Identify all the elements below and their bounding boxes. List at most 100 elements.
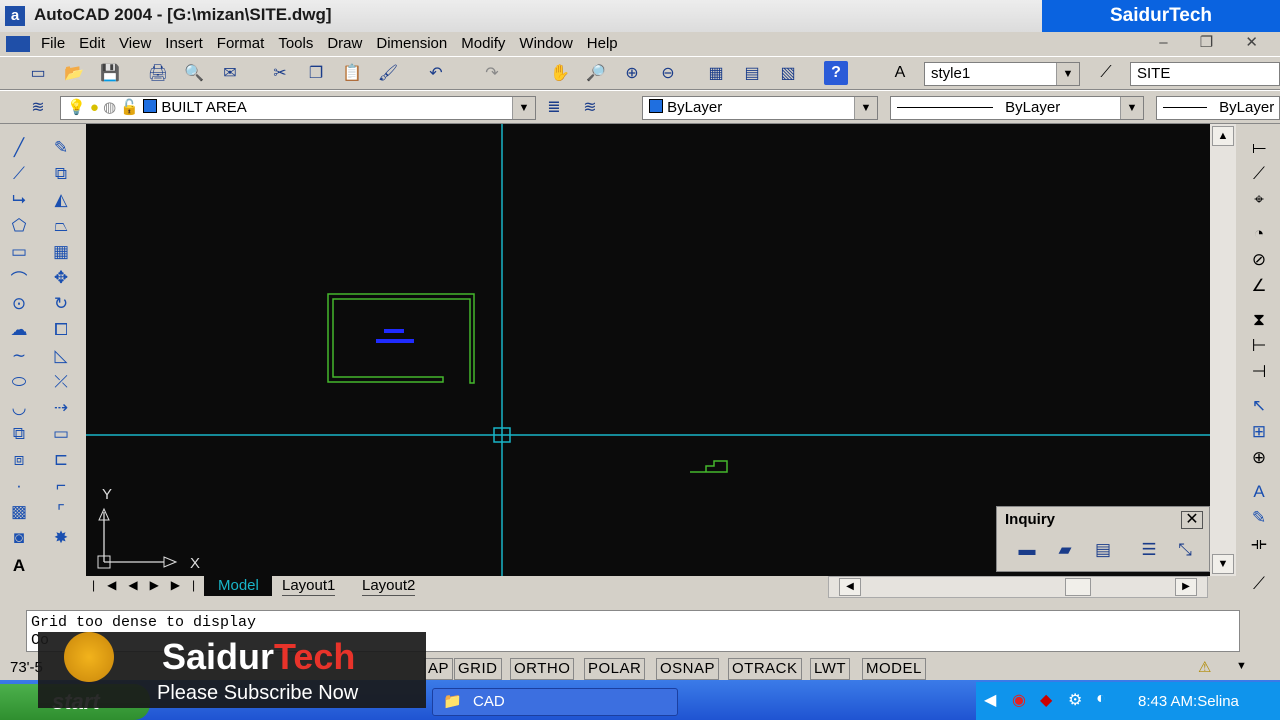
zoom-previous-icon[interactable]: ⊖ [656,61,680,85]
move-icon[interactable]: ✥ [48,266,74,290]
locate-point-icon[interactable]: ⤡ [1171,537,1199,563]
pan-realtime-icon[interactable]: ✋ [548,61,572,85]
plot-icon[interactable]: 🖨 [146,61,170,85]
copy-icon[interactable]: ❐ [304,61,328,85]
explode-icon[interactable]: ✸ [48,526,74,550]
erase-icon[interactable]: ✎ [48,136,74,160]
linear-dimension-icon[interactable]: ⟝ [1246,136,1272,160]
design-center-icon[interactable]: ▤ [740,61,764,85]
menu-edit[interactable]: Edit [72,33,112,55]
menu-file[interactable]: File [34,33,72,55]
otrack-button[interactable]: OTRACK [728,658,802,680]
dim-style-icon[interactable]: ⟋ [1094,61,1118,85]
quick-leader-icon[interactable]: ↖ [1246,394,1272,418]
continue-dimension-icon[interactable]: ⊣ [1246,360,1272,384]
dimension-text-edit-icon[interactable]: ✎ [1246,506,1272,530]
menu-dimension[interactable]: Dimension [369,33,454,55]
menu-modify[interactable]: Modify [454,33,512,55]
document-window-controls[interactable]: – ❐ ✕ [1159,33,1272,51]
center-mark-icon[interactable]: ⊕ [1246,446,1272,470]
help-icon[interactable]: ? [824,61,848,85]
menu-tools[interactable]: Tools [271,33,320,55]
aligned-dimension-icon[interactable]: ⟋ [1246,162,1272,186]
text-style-icon[interactable]: A [888,61,912,85]
communication-center-icon[interactable]: ⚠ [1198,658,1211,676]
tray-expand-icon[interactable]: ◀ [984,690,996,710]
angular-dimension-icon[interactable]: ∠ [1246,274,1272,298]
dimension-edit-icon[interactable]: A [1246,480,1272,504]
scroll-left-icon[interactable]: ◀ [839,578,861,596]
dim-style-select[interactable]: SITE [1130,62,1280,86]
tab-layout1[interactable]: Layout1 [282,576,336,596]
trim-icon[interactable]: ⤫ [48,370,74,394]
scale-icon[interactable]: ⧠ [48,318,74,342]
menu-insert[interactable]: Insert [158,33,210,55]
color-control-select[interactable]: ByLayer ▼ [642,96,878,120]
model-button[interactable]: MODEL [862,658,926,680]
status-menu-icon[interactable]: ▼ [1236,660,1247,672]
osnap-button[interactable]: OSNAP [656,658,720,680]
extend-icon[interactable]: ⇢ [48,396,74,420]
media-tray-icon[interactable]: ◆ [1040,690,1052,710]
make-block-icon[interactable]: ⧈ [6,448,32,472]
layer-previous-icon[interactable]: ≋ [578,95,602,119]
revision-cloud-icon[interactable]: ☁ [6,318,32,342]
point-icon[interactable]: · [6,474,32,498]
chamfer-icon[interactable]: ⌐ [48,474,74,498]
menu-window[interactable]: Window [512,33,579,55]
ortho-button[interactable]: ORTHO [510,658,575,680]
polygon-icon[interactable]: ⬠ [6,214,32,238]
rotate-icon[interactable]: ↻ [48,292,74,316]
layer-manager-icon[interactable]: ≋ [26,95,50,119]
redo-icon[interactable]: ↷ [480,61,504,85]
linetype-control-select[interactable]: ByLayer ▼ [890,96,1144,120]
vertical-scrollbar[interactable]: ▲ ▼ [1210,124,1236,576]
dimension-style-icon[interactable]: ⟋ [1246,572,1272,596]
zoom-window-icon[interactable]: ⊕ [620,61,644,85]
make-object-layer-current-icon[interactable]: ≣ [542,95,566,119]
paste-icon[interactable]: 📋 [340,61,364,85]
scroll-right-icon[interactable]: ▶ [1175,578,1197,596]
plot-preview-icon[interactable]: 🔍 [182,61,206,85]
scroll-up-icon[interactable]: ▲ [1212,126,1234,146]
fillet-icon[interactable]: ⌜ [48,500,74,524]
dimension-update-icon[interactable]: ⟛ [1246,532,1272,556]
scroll-thumb[interactable] [1065,578,1091,596]
lwt-button[interactable]: LWT [810,658,851,680]
publish-icon[interactable]: ✉ [218,61,242,85]
region-icon[interactable]: ◙ [6,526,32,550]
area-icon[interactable]: ▰ [1051,537,1079,563]
break-icon[interactable]: ⊏ [48,448,74,472]
layer-select[interactable]: 💡 ● ◍ 🔓 BUILT AREA ▼ [60,96,536,120]
network-icon[interactable]: ⚙ [1068,690,1082,710]
snap-button[interactable]: AP [424,658,454,680]
new-file-icon[interactable]: ▭ [26,61,50,85]
tab-layout2[interactable]: Layout2 [362,576,416,596]
antivirus-icon[interactable]: ◉ [1012,690,1026,710]
lineweight-control-select[interactable]: ByLayer [1156,96,1280,120]
radius-dimension-icon[interactable]: ◔ [1246,222,1272,246]
close-icon[interactable]: ✕ [1181,511,1203,529]
mirror-icon[interactable]: ◭ [48,188,74,212]
ellipse-arc-icon[interactable]: ◡ [6,396,32,420]
array-icon[interactable]: ▦ [48,240,74,264]
construction-line-icon[interactable]: ⟋ [6,162,32,186]
polar-button[interactable]: POLAR [584,658,646,680]
spline-icon[interactable]: ∼ [6,344,32,368]
autocad-app-icon[interactable]: a [5,6,25,26]
inquiry-toolbar[interactable]: Inquiry ✕ ▬ ▰ ▤ ☰ ⤡ [996,506,1210,572]
copy-object-icon[interactable]: ⧉ [48,162,74,186]
horizontal-scrollbar[interactable]: ◀ ▶ [828,576,1208,598]
tolerance-icon[interactable]: ⊞ [1246,420,1272,444]
document-icon[interactable] [6,36,30,52]
stretch-icon[interactable]: ◺ [48,344,74,368]
multiline-text-icon[interactable]: A [6,554,32,578]
open-file-icon[interactable]: 📂 [62,61,86,85]
polyline-icon[interactable]: ⮡ [6,188,32,212]
quick-dimension-icon[interactable]: ⧗ [1246,308,1272,332]
save-icon[interactable]: 💾 [98,61,122,85]
zoom-realtime-icon[interactable]: 🔎 [584,61,608,85]
match-properties-icon[interactable]: 🖌 [376,61,400,85]
text-style-select[interactable]: style1 ▼ [924,62,1080,86]
cut-icon[interactable]: ✂ [268,61,292,85]
